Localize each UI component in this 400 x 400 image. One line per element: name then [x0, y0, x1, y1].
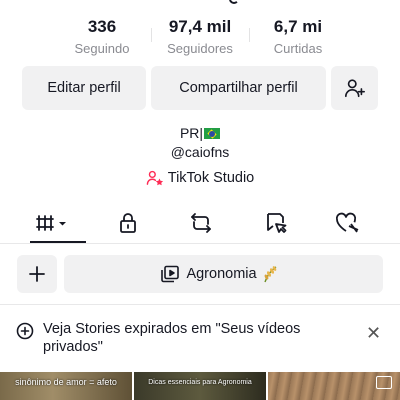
- share-profile-button[interactable]: Compartilhar perfil: [151, 66, 326, 110]
- grid-icon: [36, 215, 66, 231]
- stat-following[interactable]: 336 Seguindo: [66, 16, 138, 58]
- video-thumbnail[interactable]: Dicas essenciais para Agronomia: [134, 372, 266, 400]
- profile-name-text: PR|: [179, 125, 204, 141]
- stat-likes[interactable]: 6,7 mi Curtidas: [262, 16, 334, 58]
- tab-videos[interactable]: [36, 210, 72, 236]
- stat-divider: [151, 28, 152, 42]
- followers-count: 97,4 mil: [168, 17, 232, 36]
- stories-banner-text: Veja Stories expirados em "Seus vídeos p…: [43, 321, 301, 355]
- profile-stats: 336 Seguindo 97,4 mil Seguidores 6,7 mi …: [0, 16, 400, 60]
- photo-post-icon: [376, 376, 392, 389]
- profile-handle: @caiofns: [170, 144, 230, 160]
- brazil-flag-icon: [204, 128, 221, 139]
- thumbnail-caption: sinônimo de amor = afeto: [15, 377, 117, 387]
- tab-liked[interactable]: [330, 210, 366, 236]
- close-icon[interactable]: ✕: [366, 323, 381, 344]
- video-thumbnail[interactable]: [268, 372, 400, 400]
- profile-name: PR|: [0, 125, 400, 142]
- following-count: 336: [87, 17, 117, 36]
- tiktok-studio-label: TikTok Studio: [167, 170, 255, 186]
- tiktok-studio-link[interactable]: TikTok Studio: [0, 170, 400, 186]
- tab-private[interactable]: [110, 210, 146, 236]
- tab-reposts[interactable]: [183, 210, 219, 236]
- add-friend-button[interactable]: [331, 66, 378, 110]
- liked-heart-icon: [335, 212, 359, 233]
- followers-label: Seguidores: [167, 41, 233, 56]
- playlist-label: Agronomia: [186, 266, 257, 282]
- wheat-icon: [263, 266, 276, 283]
- active-tab-indicator: [30, 241, 86, 243]
- stories-add-icon: [16, 322, 34, 340]
- add-user-icon: [344, 79, 365, 98]
- video-thumbnail[interactable]: sinônimo de amor = afeto: [0, 372, 132, 400]
- tab-tagged[interactable]: [258, 210, 294, 236]
- tagged-icon: [267, 213, 287, 233]
- following-label: Seguindo: [74, 41, 130, 56]
- edit-profile-button[interactable]: Editar perfil: [22, 66, 146, 110]
- stat-followers[interactable]: 97,4 mil Seguidores: [160, 16, 240, 58]
- likes-label: Curtidas: [273, 41, 323, 56]
- playlist-icon: [161, 265, 180, 283]
- playlist-agronomia[interactable]: Agronomia: [64, 255, 383, 293]
- add-playlist-button[interactable]: [17, 255, 57, 293]
- likes-count: 6,7 mi: [273, 17, 323, 36]
- stories-banner[interactable]: Veja Stories expirados em "Seus vídeos p…: [16, 320, 386, 360]
- plus-icon: [29, 266, 45, 282]
- lock-icon: [120, 213, 136, 233]
- stat-divider: [249, 28, 250, 42]
- thumbnail-caption: Dicas essenciais para Agronomia: [148, 379, 252, 386]
- studio-user-icon: [146, 170, 163, 186]
- content-tabs: [0, 204, 400, 244]
- top-cut-icon: [229, 0, 239, 4]
- repost-icon: [191, 213, 211, 233]
- section-divider: [0, 304, 400, 305]
